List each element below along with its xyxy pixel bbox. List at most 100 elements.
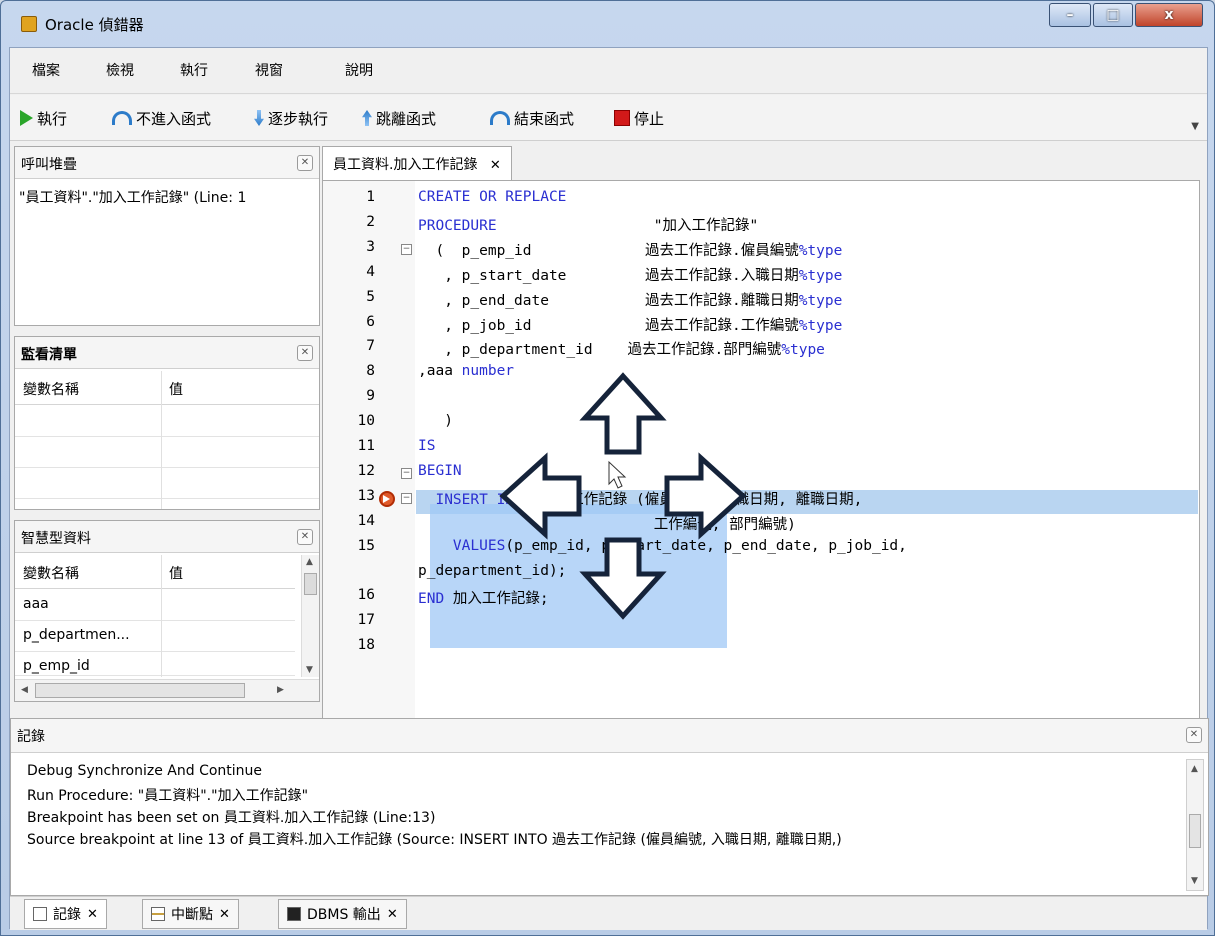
column-header[interactable]: 變數名稱 — [23, 563, 79, 583]
scroll-up-icon[interactable]: ▲ — [1191, 764, 1198, 774]
run-button[interactable]: 執行 — [20, 107, 67, 129]
line-number: 1 — [366, 189, 375, 205]
minimize-button[interactable]: – — [1049, 3, 1091, 27]
menu-view[interactable]: 檢視 — [106, 60, 134, 80]
column-divider — [161, 371, 162, 509]
log-title: 記錄 — [17, 729, 45, 745]
line-number: 6 — [366, 313, 375, 330]
menu-file[interactable]: 檔案 — [32, 60, 60, 80]
code-line[interactable]: 7 , p_department_id 過去工作記錄.部門編號%type — [323, 338, 1199, 363]
finish-button[interactable]: 結束函式 — [490, 107, 574, 129]
close-tab-icon[interactable]: ✕ — [219, 907, 230, 922]
column-header[interactable]: 值 — [169, 379, 183, 399]
line-number: 11 — [357, 438, 375, 454]
table-row[interactable]: p_emp_id — [15, 652, 295, 676]
scroll-left-icon[interactable]: ◀ — [21, 685, 28, 695]
breakpoints-icon — [151, 907, 165, 921]
column-divider — [161, 555, 162, 677]
terminal-icon — [287, 907, 301, 921]
vertical-scrollbar[interactable]: ▲ ▼ — [301, 555, 319, 677]
toolbar-overflow-icon[interactable]: ▼ — [1191, 121, 1199, 132]
close-window-button[interactable]: x — [1135, 3, 1203, 27]
tab-log[interactable]: 記錄 ✕ — [24, 899, 107, 929]
scroll-up-icon[interactable]: ▲ — [306, 557, 313, 567]
code-line[interactable]: 18 — [323, 637, 1199, 662]
code-line[interactable]: 2 PROCEDURE "加入工作記錄" — [323, 214, 1199, 239]
line-number: 17 — [357, 612, 375, 629]
step-into-button[interactable]: 逐步執行 — [254, 107, 328, 129]
client-area: 檔案 檢視 執行 視窗 說明 執行 不進入函式 逐步執行 跳離函式 結束函式 停… — [9, 47, 1209, 930]
step-out-button[interactable]: 跳離函式 — [362, 107, 436, 129]
debugger-window: Oracle 偵錯器 – □ x 檔案 檢視 執行 視窗 說明 執行 不進入函式… — [0, 0, 1215, 936]
step-over-button[interactable]: 不進入函式 — [112, 107, 211, 129]
log-icon — [33, 907, 47, 921]
table-row[interactable] — [15, 437, 319, 468]
close-panel-icon[interactable]: ✕ — [297, 345, 313, 361]
tab-dbms-output[interactable]: DBMS 輸出 ✕ — [278, 899, 407, 929]
close-tab-icon[interactable]: ✕ — [87, 907, 98, 922]
watch-grid-header: 變數名稱 值 — [15, 371, 319, 405]
step-out-label: 跳離函式 — [376, 109, 437, 128]
close-panel-icon[interactable]: ✕ — [297, 529, 313, 545]
code-line[interactable]: 3 − ( p_emp_id 過去工作記錄.僱員編號%type — [323, 239, 1199, 264]
close-tab-icon[interactable]: ✕ — [387, 907, 398, 922]
line-number: 15 — [357, 537, 375, 554]
menu-window[interactable]: 視窗 — [255, 60, 283, 80]
minimize-icon: – — [1066, 7, 1074, 23]
code-line[interactable]: 6 , p_job_id 過去工作記錄.工作編號%type — [323, 314, 1199, 339]
call-stack-header: 呼叫堆疊 ✕ — [15, 147, 319, 179]
tab-label: 中斷點 — [171, 907, 213, 923]
variable-name: p_emp_id — [23, 658, 90, 674]
close-panel-icon[interactable]: ✕ — [1186, 727, 1202, 743]
table-row[interactable]: aaa — [15, 590, 295, 621]
table-row[interactable] — [15, 406, 319, 437]
close-panel-icon[interactable]: ✕ — [297, 155, 313, 171]
run-label: 執行 — [37, 109, 68, 128]
table-row[interactable]: p_departmen... — [15, 621, 295, 652]
tab-breakpoints[interactable]: 中斷點 ✕ — [142, 899, 239, 929]
call-stack-panel: 呼叫堆疊 ✕ "員工資料"."加入工作記錄" (Line: 1 — [14, 146, 320, 326]
code-text: , p_department_id 過去工作記錄.部門編號%type — [418, 342, 825, 359]
close-tab-icon[interactable]: ✕ — [490, 158, 501, 173]
tab-editor[interactable]: 員工資料.加入工作記錄 ✕ — [322, 146, 512, 180]
menu-help[interactable]: 說明 — [345, 60, 373, 80]
log-line: Breakpoint has been set on 員工資料.加入工作記錄 (… — [27, 810, 436, 826]
log-scrollbar[interactable]: ▲ ▼ — [1186, 759, 1204, 891]
column-header[interactable]: 變數名稱 — [23, 379, 79, 399]
scroll-thumb[interactable] — [304, 573, 317, 595]
log-panel: 記錄 ✕ Debug Synchronize And Continue Run … — [10, 718, 1209, 896]
stop-button[interactable]: 停止 — [614, 107, 664, 129]
scroll-right-icon[interactable]: ▶ — [277, 685, 284, 695]
scroll-thumb[interactable] — [35, 683, 245, 698]
line-number: 2 — [366, 213, 375, 230]
call-stack-item[interactable]: "員工資料"."加入工作記錄" (Line: 1 — [19, 187, 317, 207]
watch-header: 監看清單 ✕ — [15, 337, 319, 369]
table-row[interactable] — [15, 468, 319, 499]
code-line[interactable]: 5 , p_end_date 過去工作記錄.離職日期%type — [323, 289, 1199, 314]
code-line[interactable]: 1 CREATE OR REPLACE — [323, 189, 1199, 214]
log-line: Debug Synchronize And Continue — [27, 763, 263, 779]
fold-toggle-icon[interactable]: − — [401, 243, 412, 255]
tab-label: DBMS 輸出 — [307, 907, 381, 923]
call-stack-title: 呼叫堆疊 — [21, 157, 77, 173]
menu-run[interactable]: 執行 — [180, 60, 208, 80]
horizontal-scrollbar[interactable]: ◀ ▶ — [15, 679, 319, 701]
step-out-icon — [362, 110, 372, 126]
maximize-button[interactable]: □ — [1093, 3, 1133, 27]
scroll-thumb[interactable] — [1189, 814, 1201, 848]
oracle-app-icon — [21, 16, 37, 32]
fold-toggle-icon[interactable]: − — [401, 492, 412, 504]
tab-label: 記錄 — [53, 907, 81, 923]
title-bar[interactable]: Oracle 偵錯器 – □ x — [1, 1, 1214, 47]
scroll-down-icon[interactable]: ▼ — [1191, 876, 1198, 886]
log-content[interactable]: Debug Synchronize And Continue Run Proce… — [19, 759, 1179, 889]
column-header[interactable]: 值 — [169, 563, 183, 583]
code-line[interactable]: 4 , p_start_date 過去工作記錄.入職日期%type — [323, 264, 1199, 289]
editor-tab-label: 員工資料.加入工作記錄 — [333, 157, 478, 173]
scroll-down-icon[interactable]: ▼ — [306, 665, 313, 675]
log-header: 記錄 ✕ — [11, 719, 1208, 753]
fold-toggle-icon[interactable]: − — [401, 467, 412, 479]
code-editor[interactable]: 1 CREATE OR REPLACE 2 PROCEDURE "加入工作記錄" 3− … — [322, 180, 1200, 740]
step-over-label: 不進入函式 — [136, 109, 212, 128]
smart-data-header: 智慧型資料 ✕ — [15, 521, 319, 553]
